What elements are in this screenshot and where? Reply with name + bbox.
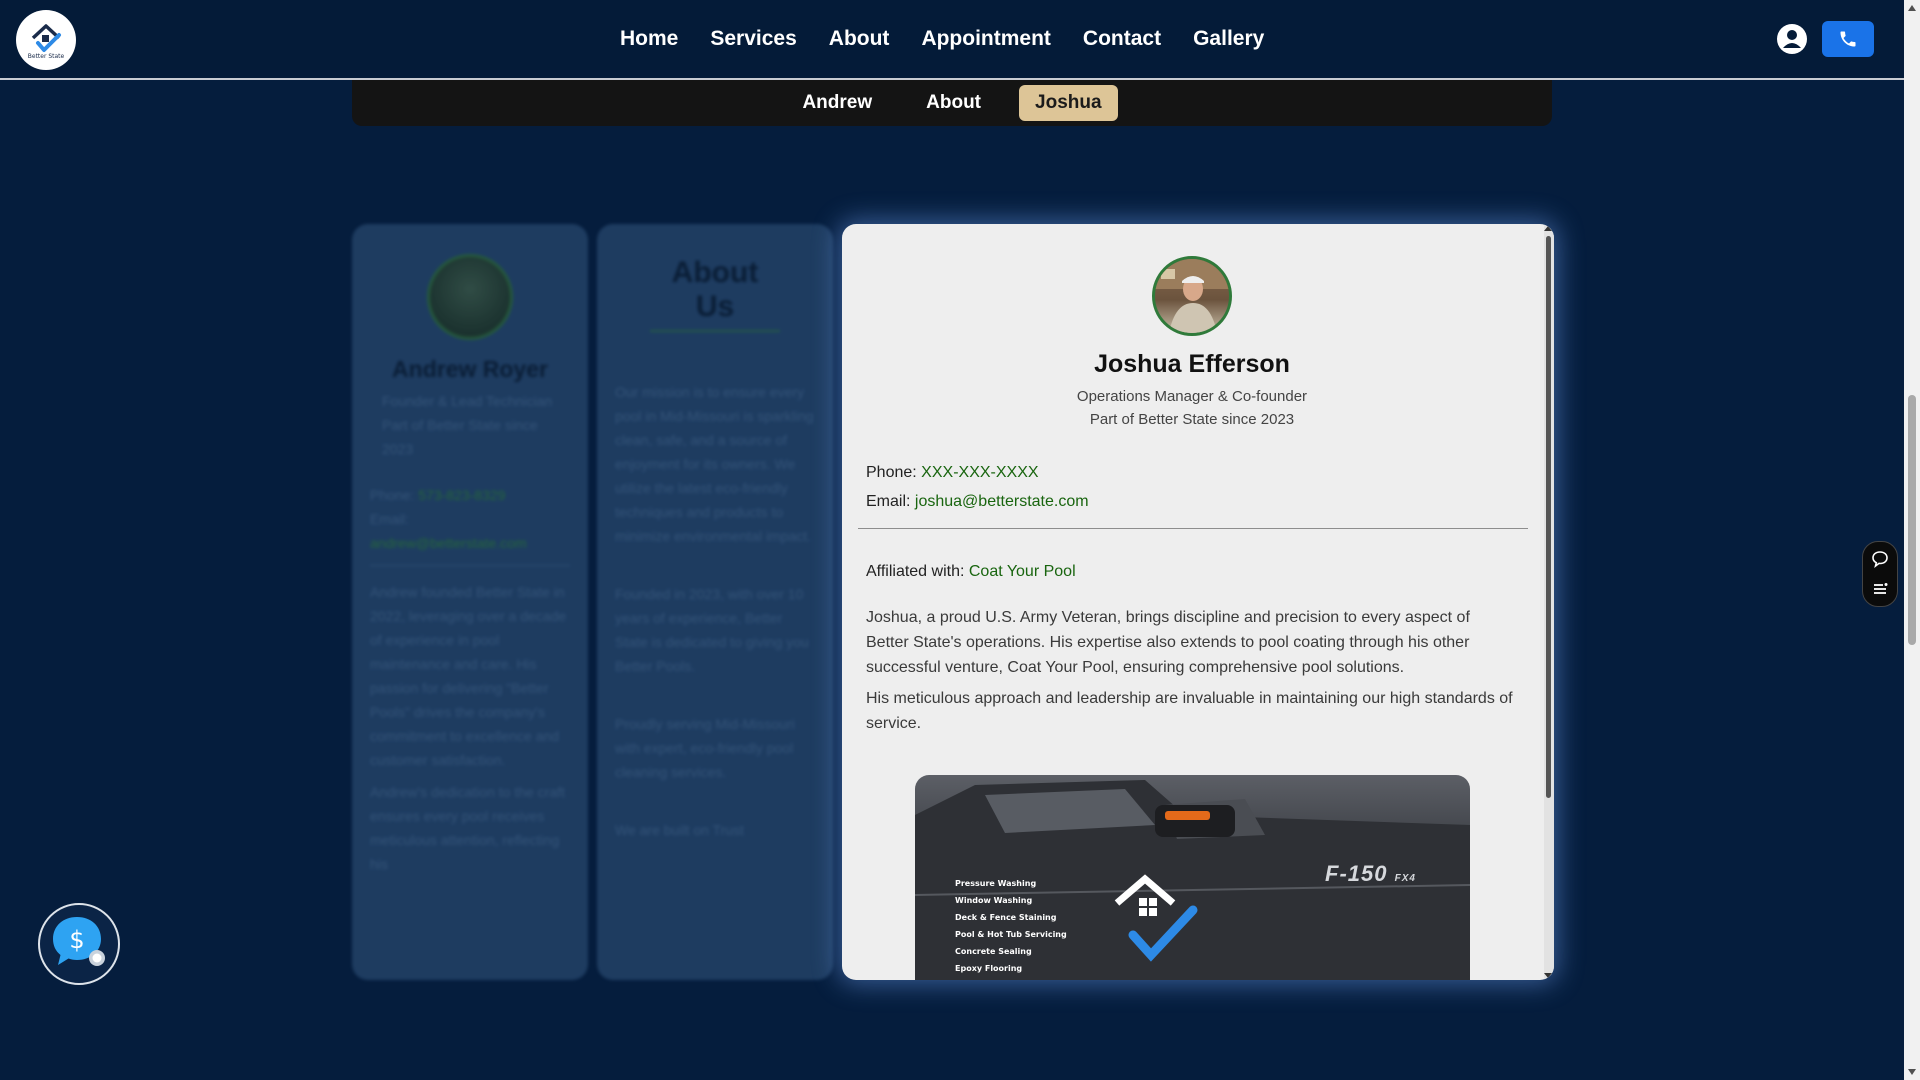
logo-text: Better State — [27, 52, 65, 60]
nav-about[interactable]: About — [829, 27, 890, 51]
email-line: Email: joshua@betterstate.com — [866, 493, 1089, 511]
andrew-bio-2: Andrew's dedication to the craft ensures… — [370, 784, 565, 872]
affiliated-line: Affiliated with: Coat Your Pool — [866, 563, 1076, 581]
andrew-avatar — [427, 254, 513, 340]
scroll-up-icon[interactable] — [1908, 5, 1916, 11]
user-circle-icon[interactable] — [1776, 23, 1808, 55]
svg-text:$: $ — [69, 926, 84, 954]
truck-service: Window Washing — [955, 896, 1033, 905]
about-us-serving: Proudly serving Mid-Missouri with expert… — [615, 716, 795, 780]
truck-service: Pressure Washing — [955, 879, 1037, 888]
andrew-email[interactable]: andrew@betterstate.com — [352, 531, 588, 555]
call-button[interactable] — [1822, 21, 1874, 57]
about-us-trust: We are built on Trust — [615, 822, 744, 838]
dollar-chat-icon: $ — [53, 917, 105, 966]
divider — [858, 528, 1528, 529]
andrew-card[interactable]: Andrew Royer Founder & Lead Technician P… — [352, 224, 588, 980]
portrait-photo — [1155, 259, 1229, 333]
profile-role: Operations Manager & Co-founder — [1076, 388, 1308, 405]
about-us-mission: Our mission is to ensure every pool in M… — [615, 384, 814, 544]
andrew-bio-1: Andrew founded Better State in 2022, lev… — [370, 584, 567, 768]
joshua-profile-card: Joshua Efferson Operations Manager & Co-… — [842, 224, 1554, 980]
about-us-heading: About Us — [650, 256, 780, 332]
tab-andrew[interactable]: Andrew — [786, 85, 888, 121]
phone-link[interactable]: XXX-XXX-XXXX — [921, 464, 1038, 481]
main-nav: Home Services About Appointment Contact … — [620, 0, 1264, 78]
scroll-down-icon[interactable] — [1908, 1069, 1916, 1075]
truck-service: Deck & Fence Staining — [955, 913, 1057, 922]
tab-joshua[interactable]: Joshua — [1019, 85, 1118, 121]
nav-home[interactable]: Home — [620, 27, 678, 51]
truck-model-badge: F-150 FX4 — [1325, 861, 1416, 887]
nav-services[interactable]: Services — [710, 27, 796, 51]
andrew-role: Founder & Lead Technician — [382, 393, 553, 409]
email-link[interactable]: joshua@betterstate.com — [915, 493, 1089, 510]
house-check-icon — [31, 23, 61, 52]
truck-photo: Pressure Washing Window Washing Deck & F… — [915, 775, 1470, 980]
andrew-name: Andrew Royer — [392, 356, 548, 382]
about-us-founded: Founded in 2023, with over 10 years of e… — [615, 586, 809, 674]
page-scroll-thumb[interactable] — [1908, 395, 1916, 645]
phone-line: Phone: XXX-XXX-XXXX — [866, 464, 1039, 482]
andrew-email-label: Email: — [370, 511, 409, 527]
card-scrollbar[interactable] — [1544, 224, 1554, 980]
top-navbar: Better State Home Services About Appoint… — [0, 0, 1904, 80]
truck-service: Concrete Sealing — [955, 947, 1032, 956]
better-state-logo[interactable]: Better State — [16, 10, 76, 70]
nav-appointment[interactable]: Appointment — [921, 27, 1050, 51]
bio-paragraph-1: Joshua, a proud U.S. Army Veteran, bring… — [866, 609, 1470, 676]
bio-paragraph-2: His meticulous approach and leadership a… — [866, 690, 1513, 732]
profile-since: Part of Better State since 2023 — [1089, 411, 1295, 428]
about-us-card[interactable]: About Us Our mission is to ensure every … — [597, 224, 833, 980]
card-scroll-up-icon[interactable] — [1544, 226, 1552, 231]
page-scrollbar[interactable] — [1904, 0, 1920, 1080]
joshua-avatar — [1152, 256, 1232, 336]
truck-services-list: Pressure Washing Window Washing Deck & F… — [955, 875, 1067, 977]
andrew-since: Part of Better State since 2023 — [382, 417, 538, 457]
andrew-divider — [370, 565, 570, 566]
affiliated-link[interactable]: Coat Your Pool — [969, 563, 1076, 580]
truck-service: Epoxy Flooring — [955, 964, 1023, 973]
email-label: Email: — [866, 493, 911, 510]
team-tabs: Andrew About Joshua — [352, 80, 1552, 126]
tab-about[interactable]: About — [910, 85, 997, 121]
phone-icon — [1840, 31, 1856, 47]
list-icon[interactable] — [1871, 580, 1889, 598]
truck-model: F-150 — [1325, 861, 1388, 886]
phone-label: Phone: — [866, 464, 917, 481]
affiliated-label: Affiliated with: — [866, 563, 965, 580]
profile-name: Joshua Efferson — [1094, 350, 1290, 378]
nav-contact[interactable]: Contact — [1083, 27, 1161, 51]
andrew-phone[interactable]: 573-823-8329 — [418, 487, 505, 503]
pricing-chat-button[interactable]: $ — [38, 903, 120, 985]
nav-gallery[interactable]: Gallery — [1193, 27, 1264, 51]
side-widget — [1862, 541, 1898, 607]
truck-service: Pool & Hot Tub Servicing — [955, 930, 1067, 939]
card-scroll-thumb[interactable] — [1546, 236, 1551, 798]
card-scroll-down-icon[interactable] — [1544, 973, 1552, 978]
andrew-phone-label: Phone: — [370, 487, 415, 503]
truck-trim: FX4 — [1394, 873, 1416, 884]
chat-bubble-icon[interactable] — [1871, 550, 1889, 568]
